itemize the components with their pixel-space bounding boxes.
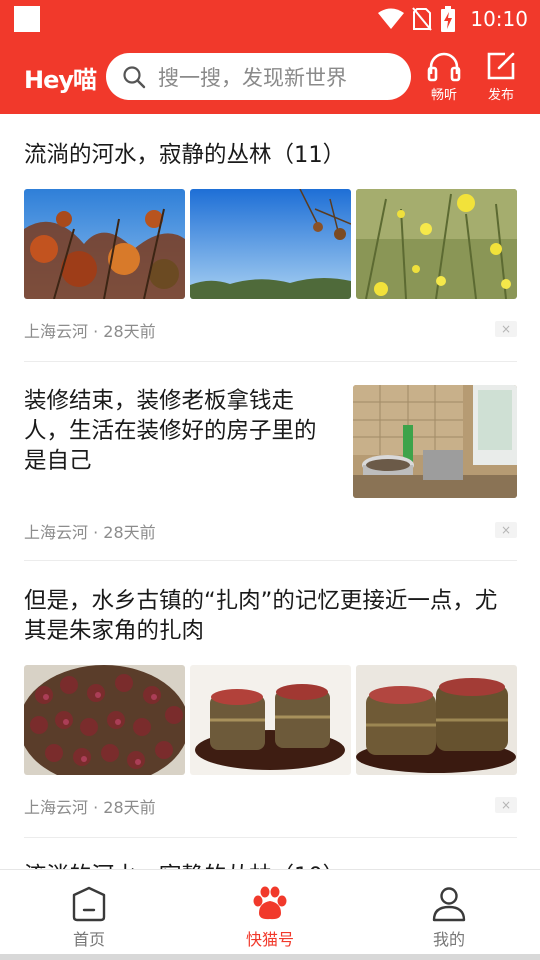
article-source: 上海云河: [24, 523, 89, 542]
bottom-navigation: 首页 快猫号 我的: [0, 869, 540, 954]
search-bar[interactable]: 搜一搜，发现新世界: [106, 53, 411, 100]
divider: [24, 361, 517, 362]
article-meta: 上海云河 · 28天前: [24, 798, 156, 817]
nav-kuaimaohao-label: 快猫号: [245, 930, 294, 949]
article-card[interactable]: 装修结束，装修老板拿钱走人，生活在装修好的房子里的是自己 上海云河 · 28天前…: [24, 385, 517, 561]
edit-icon: [487, 52, 515, 80]
paw-icon: [253, 886, 287, 920]
publish-label: 发布: [487, 88, 514, 103]
notification-icon: [14, 6, 40, 32]
thumbnail-zarou-closeup: [356, 665, 517, 775]
article-card[interactable]: 流淌的河水，寂静的丛林（11） 上海云河 · 28天前 ×: [24, 140, 517, 341]
article-title: 流淌的河水，寂静的丛林（11）: [24, 142, 346, 168]
article-card[interactable]: 流淌的河水，寂静的丛林（10）: [24, 861, 517, 869]
status-icons: 10:10: [378, 0, 528, 38]
clock: 10:10: [470, 7, 528, 31]
no-sim-icon: [412, 7, 433, 31]
system-nav-strip: [0, 954, 540, 960]
dismiss-button[interactable]: ×: [495, 522, 517, 538]
article-meta: 上海云河 · 28天前: [24, 322, 156, 341]
publish-button[interactable]: 发布: [479, 50, 523, 106]
article-time: 28天前: [103, 322, 156, 341]
nav-home-label: 首页: [72, 930, 105, 949]
nav-profile-label: 我的: [432, 930, 465, 949]
home-icon: [72, 886, 106, 922]
search-icon: [123, 65, 146, 88]
thumbnail-zarou-pot: [24, 665, 185, 775]
article-source: 上海云河: [24, 322, 89, 341]
thumbnail-zarou-plate: [190, 665, 351, 775]
article-title: 流淌的河水，寂静的丛林（10）: [24, 861, 517, 869]
nav-kuaimaohao[interactable]: 快猫号: [225, 886, 315, 950]
nav-home[interactable]: 首页: [44, 886, 134, 950]
article-thumbnails: [24, 665, 517, 775]
user-icon: [432, 887, 466, 922]
divider: [24, 560, 517, 561]
app-logo: Hey喵: [24, 66, 97, 94]
article-thumbnails: [24, 189, 517, 299]
listen-button[interactable]: 畅听: [422, 50, 466, 106]
headphones-icon: [427, 52, 461, 82]
thumbnail-blue-sky: [190, 189, 351, 299]
article-card[interactable]: 但是，水乡古镇的“扎肉”的记忆更接近一点，尤其是朱家角的扎肉: [24, 586, 517, 816]
dismiss-button[interactable]: ×: [495, 797, 517, 813]
article-meta: 上海云河 · 28天前: [24, 523, 156, 542]
wifi-icon: [378, 8, 405, 29]
article-title: 但是，水乡古镇的“扎肉”的记忆更接近一点，尤其是朱家角的扎肉: [24, 588, 498, 644]
thumbnail-kitchen: [353, 385, 517, 498]
dismiss-button[interactable]: ×: [495, 321, 517, 337]
article-source: 上海云河: [24, 798, 89, 817]
battery-charging-icon: [441, 6, 456, 32]
divider: [24, 837, 517, 838]
thumbnail-autumn-tree: [24, 189, 185, 299]
listen-label: 畅听: [430, 88, 457, 103]
article-time: 28天前: [103, 523, 156, 542]
article-feed[interactable]: 流淌的河水，寂静的丛林（11） 上海云河 · 28天前 × 装修结束，装修老板拿…: [0, 114, 540, 869]
article-time: 28天前: [103, 798, 156, 817]
app-header: Hey喵 搜一搜，发现新世界 畅听 发布: [0, 38, 540, 114]
search-placeholder: 搜一搜，发现新世界: [158, 65, 347, 90]
status-bar: 10:10: [0, 0, 540, 38]
nav-profile[interactable]: 我的: [404, 886, 494, 950]
thumbnail-yellow-flowers: [356, 189, 517, 299]
article-title: 装修结束，装修老板拿钱走人，生活在装修好的房子里的是自己: [24, 388, 317, 474]
